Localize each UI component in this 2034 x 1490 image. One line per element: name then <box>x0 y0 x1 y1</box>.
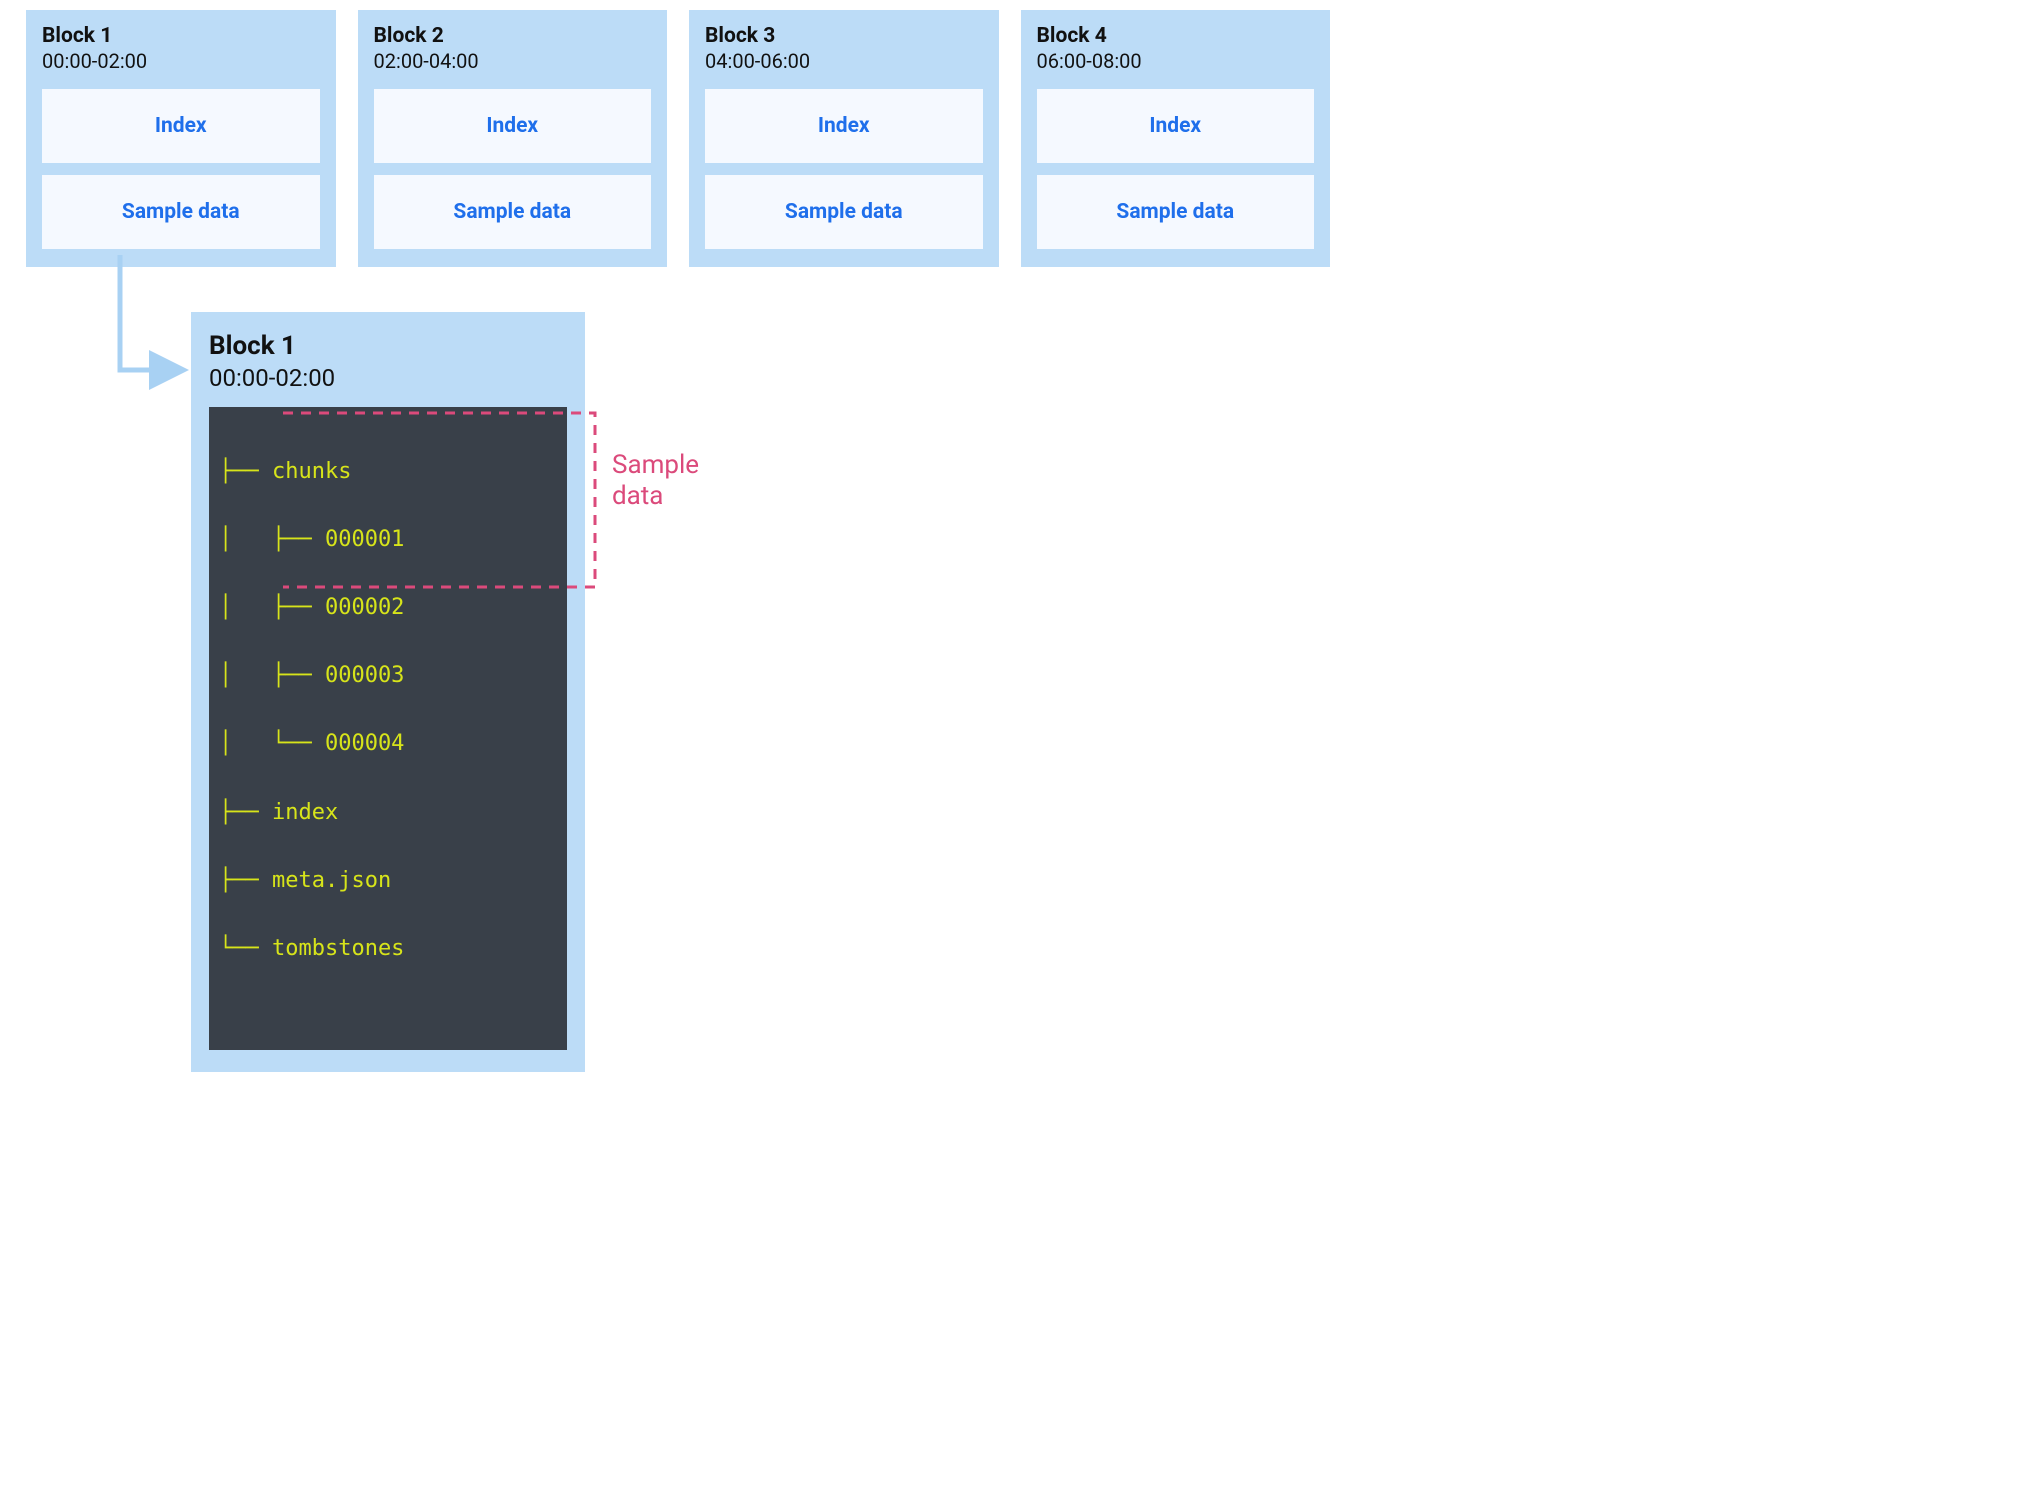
block-4: Block 4 06:00-08:00 Index Sample data <box>1021 10 1331 267</box>
block-title: Block 3 <box>705 24 983 49</box>
block-2: Block 2 02:00-04:00 Index Sample data <box>358 10 668 267</box>
tree-line: ├── chunks <box>219 455 551 489</box>
blocks-row: Block 1 00:00-02:00 Index Sample data Bl… <box>26 10 1330 267</box>
annotation-line2: data <box>612 481 663 511</box>
block-header: Block 2 02:00-04:00 <box>374 24 652 73</box>
sample-label: Sample data <box>122 200 240 224</box>
block-index-box: Index <box>42 89 320 163</box>
block-header: Block 4 06:00-08:00 <box>1037 24 1315 73</box>
block-time-range: 04:00-06:00 <box>705 49 983 73</box>
block-1-detail: Block 1 00:00-02:00 ├── chunks │ ├── 000… <box>191 312 585 1072</box>
block-sample-box: Sample data <box>1037 175 1315 249</box>
block-time-range: 00:00-02:00 <box>42 49 320 73</box>
block-index-box: Index <box>705 89 983 163</box>
detail-time-range: 00:00-02:00 <box>209 363 567 393</box>
tree-line: │ ├── 000003 <box>219 659 551 693</box>
block-header: Block 3 04:00-06:00 <box>705 24 983 73</box>
block-index-box: Index <box>374 89 652 163</box>
index-label: Index <box>818 114 870 138</box>
block-sample-box: Sample data <box>374 175 652 249</box>
block-title: Block 1 <box>42 24 320 49</box>
block-time-range: 02:00-04:00 <box>374 49 652 73</box>
block-index-box: Index <box>1037 89 1315 163</box>
block-3: Block 3 04:00-06:00 Index Sample data <box>689 10 999 267</box>
detail-title: Block 1 <box>209 330 567 363</box>
tree-line: ├── meta.json <box>219 864 551 898</box>
block-title: Block 4 <box>1037 24 1315 49</box>
tree-line: └── tombstones <box>219 932 551 966</box>
tree-line: │ └── 000004 <box>219 727 551 761</box>
index-label: Index <box>155 114 207 138</box>
block-time-range: 06:00-08:00 <box>1037 49 1315 73</box>
sample-label: Sample data <box>1116 200 1234 224</box>
sample-label: Sample data <box>453 200 571 224</box>
tree-line: │ ├── 000001 <box>219 523 551 557</box>
block-title: Block 2 <box>374 24 652 49</box>
directory-tree: ├── chunks │ ├── 000001 │ ├── 000002 │ ├… <box>209 407 567 1051</box>
sample-data-annotation: Sample data <box>612 450 699 512</box>
sample-label: Sample data <box>785 200 903 224</box>
tree-line: │ ├── 000002 <box>219 591 551 625</box>
block-sample-box: Sample data <box>42 175 320 249</box>
annotation-line1: Sample <box>612 450 699 480</box>
block-header: Block 1 00:00-02:00 <box>42 24 320 73</box>
tree-line: ├── index <box>219 796 551 830</box>
block-1: Block 1 00:00-02:00 Index Sample data <box>26 10 336 267</box>
detail-header: Block 1 00:00-02:00 <box>209 330 567 393</box>
block-sample-box: Sample data <box>705 175 983 249</box>
index-label: Index <box>486 114 538 138</box>
index-label: Index <box>1149 114 1201 138</box>
